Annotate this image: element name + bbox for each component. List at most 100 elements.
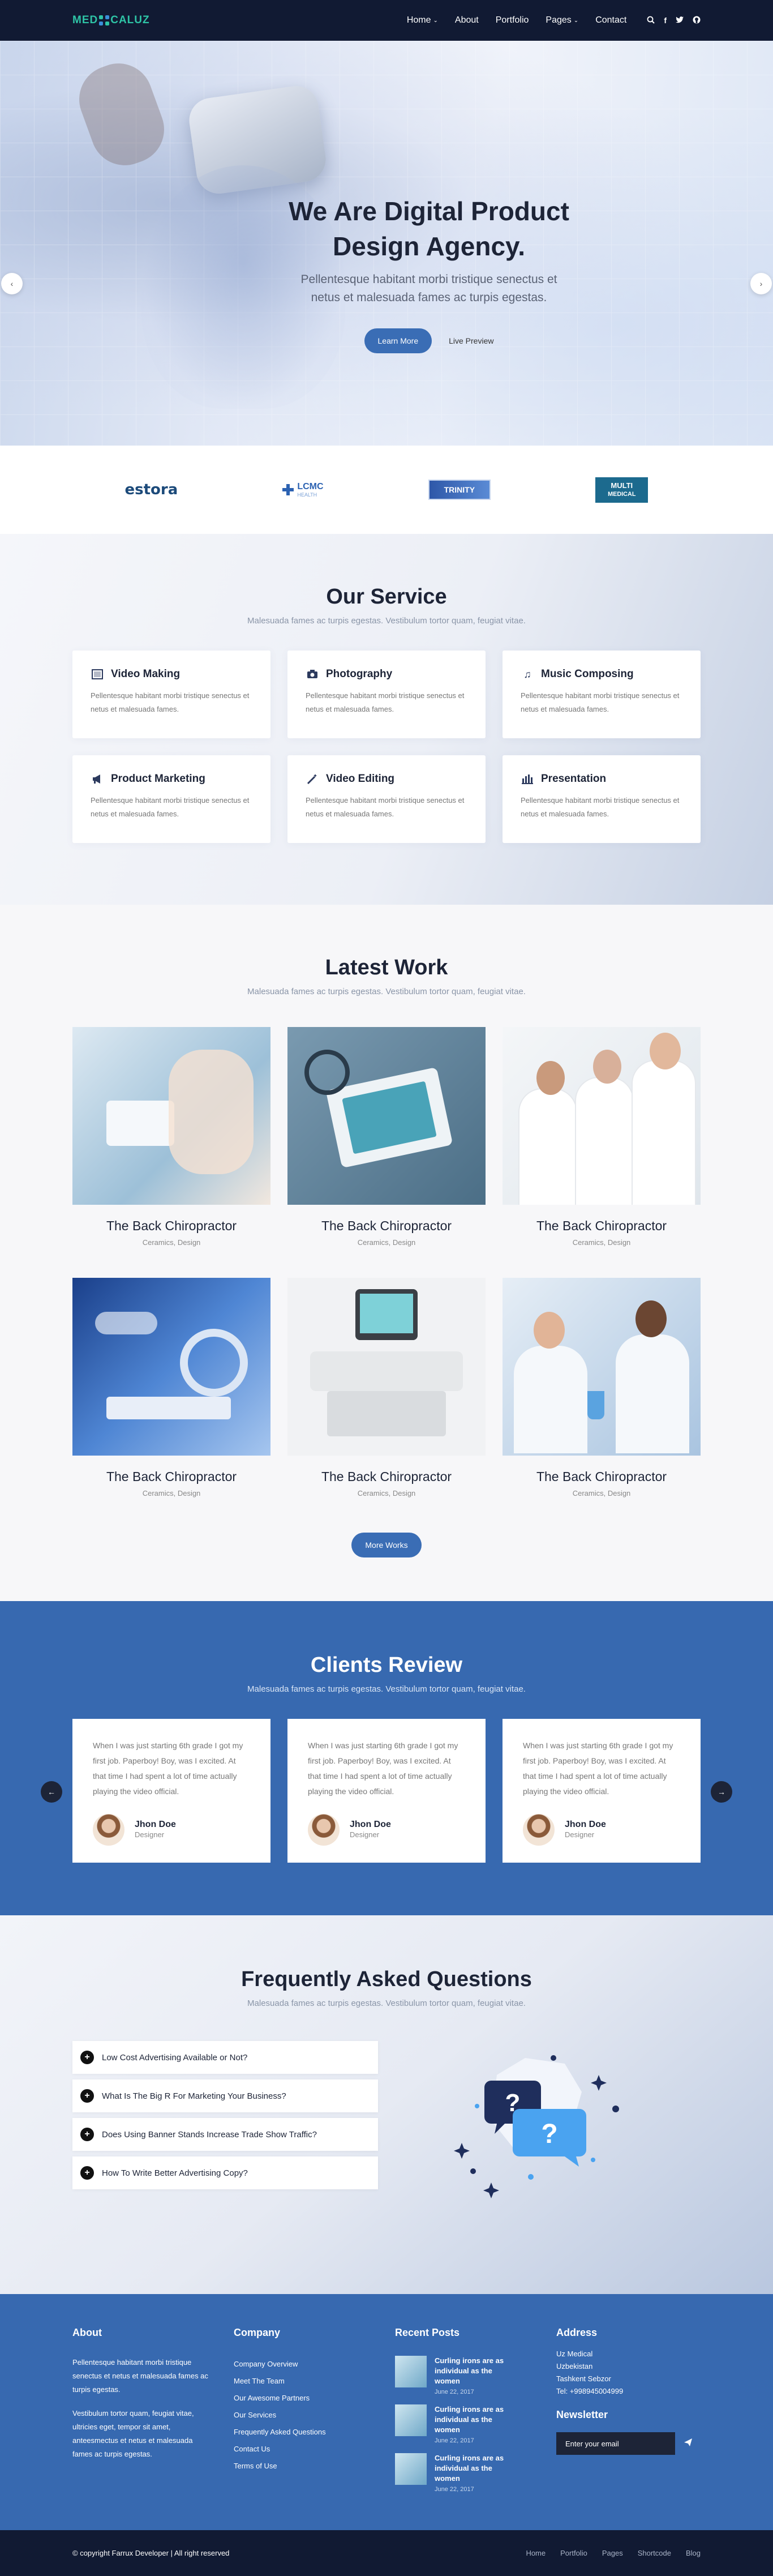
work-item[interactable]: The Back Chiropractor Ceramics, Design (287, 1027, 486, 1247)
review-author-name: Jhon Doe (350, 1820, 391, 1829)
service-text: Pellentesque habitant morbi tristique se… (91, 796, 250, 818)
work-item[interactable]: The Back Chiropractor Ceramics, Design (503, 1278, 701, 1497)
twitter-icon[interactable] (676, 16, 684, 25)
partner-logo-estora[interactable]: estora (125, 481, 178, 498)
work-image-tablet-stethoscope[interactable] (287, 1027, 486, 1205)
faq-item[interactable]: + What Is The Big R For Marketing Your Bu… (72, 2079, 378, 2112)
bottom-link-portfolio[interactable]: Portfolio (560, 2549, 587, 2557)
footer-link[interactable]: Terms of Use (234, 2458, 395, 2475)
footer-link[interactable]: Company Overview (234, 2356, 395, 2373)
nav-home[interactable]: Home ⌄ (407, 15, 438, 25)
plus-icon[interactable]: + (80, 2128, 94, 2141)
review-next-arrow-icon[interactable]: → (711, 1781, 732, 1803)
megaphone-icon (91, 772, 104, 786)
section-subtitle: Malesuada fames ac turpis egestas. Vesti… (247, 1999, 526, 2008)
hero-prev-arrow-icon[interactable]: ‹ (1, 273, 23, 294)
recent-post[interactable]: Curling irons are as individual as the w… (395, 2404, 556, 2445)
nav-contact[interactable]: Contact (595, 15, 626, 25)
footer-link[interactable]: Frequently Asked Questions (234, 2424, 395, 2441)
partner-logos: estora LCMC HEALTH TRINITY MULTI MEDICAL (0, 446, 773, 534)
work-title[interactable]: The Back Chiropractor (287, 1218, 486, 1234)
plus-icon[interactable]: + (80, 2051, 94, 2064)
post-thumbnail[interactable] (395, 2453, 427, 2485)
learn-more-button[interactable]: Learn More (364, 328, 432, 353)
logo-text-left: MED (72, 14, 98, 26)
service-card[interactable]: Presentation Pellentesque habitant morbi… (503, 755, 701, 843)
work-item[interactable]: The Back Chiropractor Ceramics, Design (72, 1027, 270, 1247)
camera-icon (306, 667, 319, 681)
faq-item[interactable]: + Does Using Banner Stands Increase Trade… (72, 2118, 378, 2151)
partner-logo-multi-medical[interactable]: MULTI MEDICAL (595, 477, 649, 503)
site-logo[interactable]: MED CALUZ (72, 14, 150, 27)
partner-logo-trinity[interactable]: TRINITY (428, 480, 491, 500)
newsletter-form (556, 2432, 701, 2455)
footer-link[interactable]: Meet The Team (234, 2373, 395, 2390)
faq-illustration-question-bubbles-icon: ? ? (378, 2041, 701, 2211)
service-card[interactable]: Video Making Pellentesque habitant morbi… (72, 651, 270, 738)
work-title[interactable]: The Back Chiropractor (287, 1469, 486, 1484)
work-image-lab-scientists[interactable] (503, 1278, 701, 1456)
work-image-doctors-team[interactable] (503, 1027, 701, 1205)
bottom-link-blog[interactable]: Blog (686, 2549, 701, 2557)
footer-about: About Pellentesque habitant morbi tristi… (72, 2327, 234, 2502)
search-icon[interactable] (647, 16, 655, 25)
recent-post[interactable]: Curling irons are as individual as the w… (395, 2356, 556, 2397)
nav-portfolio[interactable]: Portfolio (496, 15, 529, 25)
avatar (93, 1814, 124, 1846)
faq-item[interactable]: + How To Write Better Advertising Copy? (72, 2156, 378, 2189)
post-title[interactable]: Curling irons are as individual as the w… (435, 2356, 519, 2386)
nav-pages[interactable]: Pages ⌄ (546, 15, 578, 25)
footer-link[interactable]: Contact Us (234, 2441, 395, 2458)
footer-link[interactable]: Our Services (234, 2407, 395, 2424)
bottom-link-home[interactable]: Home (526, 2549, 546, 2557)
hero-next-arrow-icon[interactable]: › (750, 273, 772, 294)
service-card[interactable]: Photography Pellentesque habitant morbi … (287, 651, 486, 738)
work-title[interactable]: The Back Chiropractor (503, 1469, 701, 1484)
plus-icon[interactable]: + (80, 2089, 94, 2103)
post-thumbnail[interactable] (395, 2404, 427, 2436)
work-image-patient-monitor[interactable] (72, 1027, 270, 1205)
post-title[interactable]: Curling irons are as individual as the w… (435, 2453, 519, 2484)
logo-text-right: CALUZ (110, 14, 150, 26)
work-item[interactable]: The Back Chiropractor Ceramics, Design (72, 1278, 270, 1497)
post-thumbnail[interactable] (395, 2356, 427, 2387)
work-item[interactable]: The Back Chiropractor Ceramics, Design (287, 1278, 486, 1497)
address-line: Uzbekistan (556, 2362, 593, 2370)
work-category: Ceramics, Design (572, 1489, 631, 1497)
recent-post[interactable]: Curling irons are as individual as the w… (395, 2453, 556, 2494)
footer-link[interactable]: Our Awesome Partners (234, 2390, 395, 2407)
service-card[interactable]: Product Marketing Pellentesque habitant … (72, 755, 270, 843)
github-icon[interactable] (693, 16, 701, 25)
review-author-role: Designer (565, 1830, 595, 1839)
live-preview-button[interactable]: Live Preview (449, 328, 493, 353)
post-title[interactable]: Curling irons are as individual as the w… (435, 2404, 519, 2435)
send-icon[interactable] (675, 2432, 701, 2455)
work-image-ultrasound-machine[interactable] (287, 1278, 486, 1456)
facebook-icon[interactable]: f (664, 16, 667, 25)
faq-section: Frequently Asked Questions Malesuada fam… (0, 1915, 773, 2294)
newsletter-email-input[interactable] (556, 2432, 675, 2455)
svg-text:?: ? (541, 2119, 557, 2149)
review-text: When I was just starting 6th grade I got… (523, 1741, 673, 1796)
work-title[interactable]: The Back Chiropractor (503, 1218, 701, 1234)
bottom-link-pages[interactable]: Pages (602, 2549, 623, 2557)
review-card: When I was just starting 6th grade I got… (503, 1719, 701, 1863)
plus-icon[interactable]: + (80, 2166, 94, 2180)
work-title[interactable]: The Back Chiropractor (72, 1218, 270, 1234)
more-works-button[interactable]: More Works (351, 1533, 422, 1557)
service-card[interactable]: Video Editing Pellentesque habitant morb… (287, 755, 486, 843)
bottom-link-shortcode[interactable]: Shortcode (638, 2549, 671, 2557)
chevron-down-icon: ⌄ (573, 17, 579, 24)
work-image-surgery-room[interactable] (72, 1278, 270, 1456)
nav-about[interactable]: About (455, 15, 479, 25)
faq-item[interactable]: + Low Cost Advertising Available or Not? (72, 2041, 378, 2074)
review-author-role: Designer (350, 1830, 380, 1839)
partner-logo-lcmc[interactable]: LCMC HEALTH (282, 482, 324, 498)
footer-heading: Recent Posts (395, 2327, 460, 2338)
logo-mark-icon (99, 15, 110, 25)
service-card[interactable]: ♫ Music Composing Pellentesque habitant m… (503, 651, 701, 738)
review-card: When I was just starting 6th grade I got… (72, 1719, 270, 1863)
work-item[interactable]: The Back Chiropractor Ceramics, Design (503, 1027, 701, 1247)
review-prev-arrow-icon[interactable]: ← (41, 1781, 62, 1803)
work-title[interactable]: The Back Chiropractor (72, 1469, 270, 1484)
